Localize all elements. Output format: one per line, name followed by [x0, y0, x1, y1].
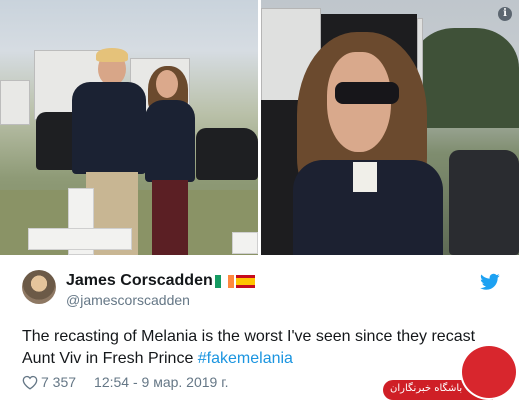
heart-icon[interactable]	[22, 375, 38, 390]
tweet-line-1: The recasting of Melania is the worst I'…	[22, 328, 476, 345]
building	[0, 80, 30, 125]
tweet-line-2: Aunt Viv in Fresh Prince #fakemelania	[22, 348, 492, 370]
pants-woman	[152, 180, 188, 255]
trees	[411, 28, 519, 128]
photo-left	[0, 0, 258, 255]
head-woman	[156, 70, 178, 98]
watermark-logo-icon	[460, 344, 518, 400]
avatar[interactable]	[22, 270, 56, 304]
tweet-line-2-text: Aunt Viv in Fresh Prince	[22, 350, 198, 367]
coat-woman	[145, 100, 195, 182]
ireland-flag-icon	[215, 275, 234, 288]
flag-emojis	[215, 275, 255, 288]
hashtag-link[interactable]: #fakemelania	[198, 350, 293, 367]
cross-horizontal	[28, 228, 132, 250]
like-count[interactable]: 7 357	[41, 374, 76, 390]
jacket-man	[72, 82, 146, 174]
author-handle[interactable]: @jamescorscadden	[66, 292, 190, 308]
cross-edge	[232, 232, 258, 254]
sunglasses	[335, 82, 399, 104]
car-dark-right	[196, 128, 258, 180]
timestamp[interactable]: 12:54 - 9 мар. 2019 г.	[94, 374, 228, 390]
tweet-meta: 7 357 12:54 - 9 мар. 2019 г.	[22, 374, 229, 390]
twitter-bird-icon[interactable]	[480, 273, 500, 291]
suv-right	[449, 150, 519, 255]
shirt-collar	[353, 162, 377, 192]
watermark-text: باشگاه خبرنگاران	[390, 383, 463, 394]
photo-right	[261, 0, 519, 255]
hair-man	[96, 48, 128, 62]
tweet-body: The recasting of Melania is the worst I'…	[22, 326, 492, 370]
author-name[interactable]: James Corscadden	[66, 272, 213, 290]
info-icon[interactable]: i	[498, 7, 512, 21]
spain-flag-icon	[236, 275, 255, 288]
